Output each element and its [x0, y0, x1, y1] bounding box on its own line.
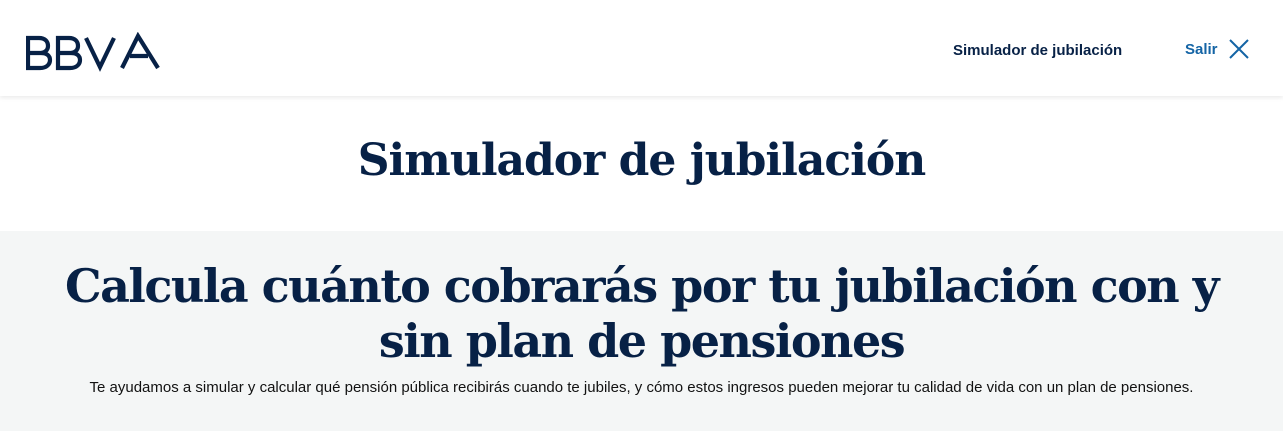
bbva-logo[interactable]: [26, 32, 160, 72]
nav-title: Simulador de jubilación: [953, 42, 1123, 59]
close-icon[interactable]: [1228, 38, 1250, 60]
title-section: Simulador de jubilación: [0, 96, 1283, 231]
exit-button[interactable]: Salir: [1185, 38, 1250, 60]
hero-section: Calcula cuánto cobrarás por tu jubilació…: [0, 231, 1283, 431]
top-navigation-bar: Simulador de jubilación Salir: [0, 0, 1283, 96]
hero-heading: Calcula cuánto cobrarás por tu jubilació…: [65, 259, 1219, 368]
exit-label[interactable]: Salir: [1185, 41, 1218, 58]
page-title: Simulador de jubilación: [357, 135, 926, 186]
hero-description: Te ayudamos a simular y calcular qué pen…: [89, 379, 1194, 396]
